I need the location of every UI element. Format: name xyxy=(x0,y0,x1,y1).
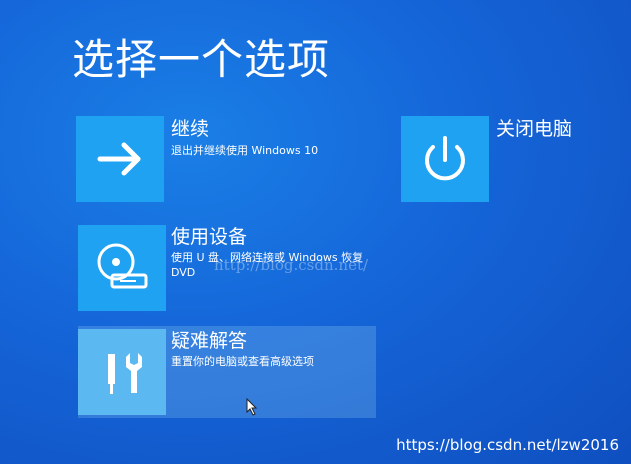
continue-title: 继续 xyxy=(171,118,210,140)
disc-drive-icon xyxy=(97,243,148,289)
mouse-cursor-icon xyxy=(246,398,258,416)
continue-tile[interactable] xyxy=(76,116,164,202)
arrow-right-icon xyxy=(97,142,141,176)
use-device-title: 使用设备 xyxy=(171,226,248,248)
watermark-corner: https://blog.csdn.net/lzw2016 xyxy=(396,436,619,454)
power-icon xyxy=(425,136,465,181)
continue-description: 退出并继续使用 Windows 10 xyxy=(171,144,319,157)
use-device-tile[interactable] xyxy=(78,225,166,311)
watermark-middle: http://blog.csdn.net/ xyxy=(214,256,369,274)
tools-icon xyxy=(108,353,142,394)
page-title: 选择一个选项 xyxy=(72,35,331,84)
troubleshoot-title: 疑难解答 xyxy=(171,330,248,352)
shutdown-option[interactable]: 关闭电脑 xyxy=(401,116,591,204)
troubleshoot-description: 重置你的电脑或查看高级选项 xyxy=(171,355,314,368)
troubleshoot-tile[interactable] xyxy=(78,329,166,415)
shutdown-title: 关闭电脑 xyxy=(496,118,573,140)
continue-option[interactable]: 继续 退出并继续使用 Windows 10 xyxy=(76,116,376,204)
shutdown-tile[interactable] xyxy=(401,116,489,202)
troubleshoot-option[interactable]: 疑难解答 重置你的电脑或查看高级选项 xyxy=(78,326,376,418)
